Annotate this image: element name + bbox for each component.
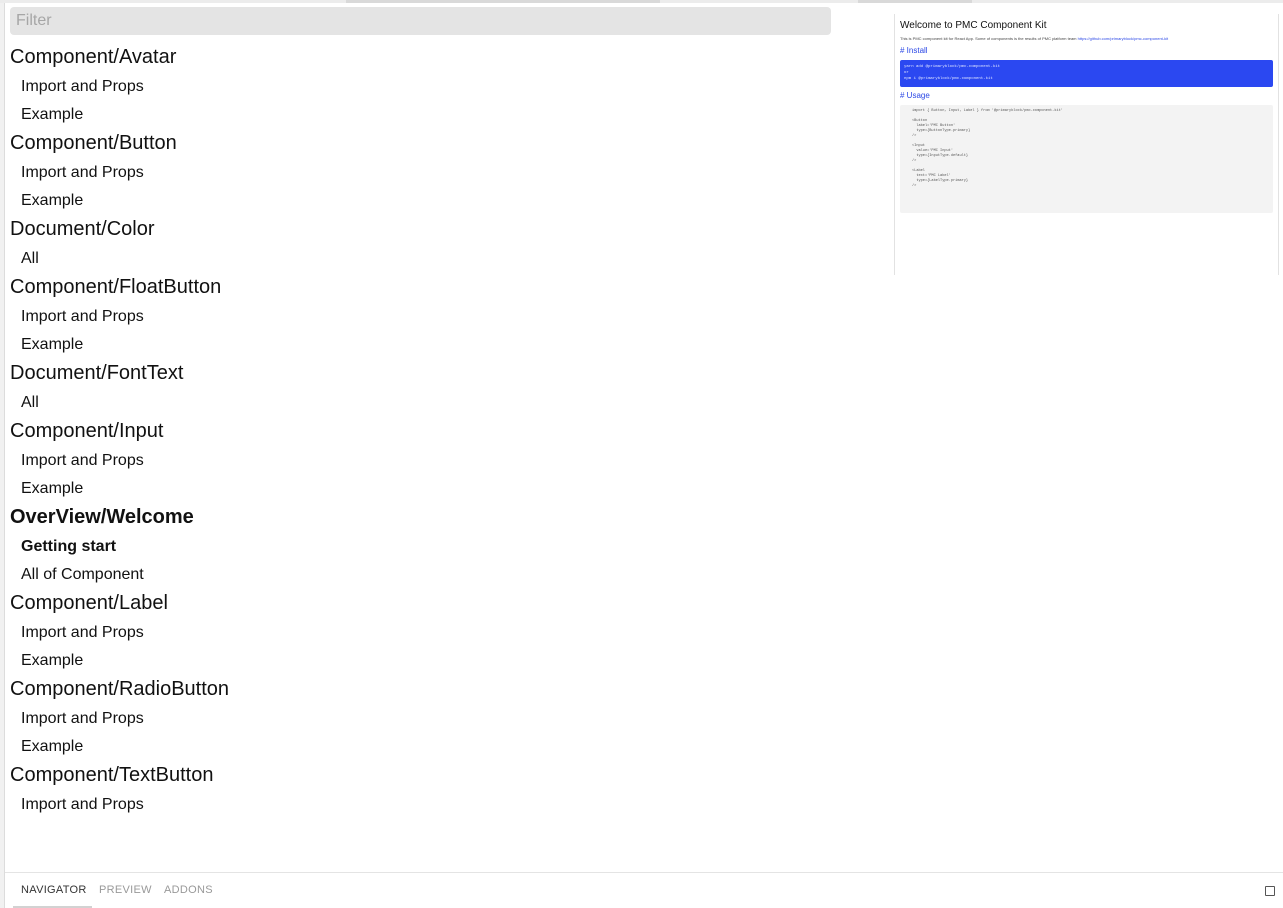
preview-intro-text: This is PMC component kit for React App.… <box>900 36 1078 41</box>
preview-panel: Welcome to PMC Component Kit This is PMC… <box>894 14 1279 275</box>
bottom-tab-bar: NAVIGATOR PREVIEW ADDONS <box>5 872 1283 908</box>
usage-code-block: import { Button, Input, Label } from '@p… <box>900 105 1273 213</box>
top-strip <box>0 0 1283 3</box>
story-item[interactable]: All of Component <box>10 561 840 589</box>
story-item[interactable]: Example <box>10 475 840 503</box>
story-group-title[interactable]: Component/Avatar <box>10 43 840 71</box>
story-group-title[interactable]: Document/FontText <box>10 359 840 387</box>
story-group-title[interactable]: Component/Input <box>10 417 840 445</box>
usage-heading: # Usage <box>900 91 930 100</box>
install-heading: # Install <box>900 46 928 55</box>
story-item[interactable]: Example <box>10 331 840 359</box>
story-group-title[interactable]: Component/FloatButton <box>10 273 840 301</box>
story-group: Component/Avatar Import and Props Example <box>10 43 840 129</box>
story-item[interactable]: Example <box>10 187 840 215</box>
story-group: Component/FloatButton Import and Props Exa… <box>10 273 840 359</box>
story-item[interactable]: Import and Props <box>10 791 840 819</box>
story-group: Component/Input Import and Props Example <box>10 417 840 503</box>
story-navigator: Component/Avatar Import and Props Example C… <box>10 43 840 832</box>
tab-preview[interactable]: PREVIEW <box>99 873 152 908</box>
story-group: Document/FontText All <box>10 359 840 417</box>
story-item[interactable]: Getting start <box>10 533 840 561</box>
story-group-title[interactable]: Component/Label <box>10 589 840 617</box>
story-group-title[interactable]: Component/TextButton <box>10 761 840 789</box>
story-group-title[interactable]: Document/Color <box>10 215 840 243</box>
story-item[interactable]: Example <box>10 733 840 761</box>
story-item[interactable]: Import and Props <box>10 159 840 187</box>
top-strip-segment <box>858 0 972 3</box>
story-group: Component/Button Import and Props Example <box>10 129 840 215</box>
story-group: Component/TextButton Import and Props <box>10 761 840 819</box>
story-group: OverView/Welcome Getting start All of Comp… <box>10 503 840 589</box>
story-group-title[interactable]: Component/RadioButton <box>10 675 840 703</box>
story-group: Component/Label Import and Props Example <box>10 589 840 675</box>
usage-code-line: /> <box>912 184 917 188</box>
story-item[interactable]: All <box>10 245 840 273</box>
preview-title: Welcome to PMC Component Kit <box>900 20 1047 31</box>
story-group-title[interactable]: OverView/Welcome <box>10 503 840 531</box>
tab-navigator[interactable]: NAVIGATOR <box>21 873 86 908</box>
left-edge-divider <box>0 3 5 908</box>
install-code-line: npm i @primaryblock/pmc-component-kit <box>904 77 993 81</box>
story-item[interactable]: Example <box>10 101 840 129</box>
preview-intro: This is PMC component kit for React App.… <box>900 36 1272 41</box>
story-item[interactable]: All <box>10 389 840 417</box>
panel-toggle-icon[interactable] <box>1265 886 1275 896</box>
story-item[interactable]: Import and Props <box>10 447 840 475</box>
install-code-block: yarn add @primaryblock/pmc-component-kit… <box>900 60 1273 87</box>
story-item[interactable]: Example <box>10 647 840 675</box>
story-item[interactable]: Import and Props <box>10 303 840 331</box>
story-item[interactable]: Import and Props <box>10 705 840 733</box>
story-group: Document/Color All <box>10 215 840 273</box>
preview-intro-link[interactable]: https://github.com/primaryblock/pmc-comp… <box>1078 36 1168 41</box>
top-strip-segment <box>346 0 660 3</box>
story-group-title[interactable]: Component/Button <box>10 129 840 157</box>
story-item[interactable]: Import and Props <box>10 619 840 647</box>
tab-addons[interactable]: ADDONS <box>164 873 213 908</box>
story-group: Component/RadioButton Import and Props Exa… <box>10 675 840 761</box>
filter-input[interactable] <box>10 7 831 35</box>
story-item[interactable]: Import and Props <box>10 73 840 101</box>
